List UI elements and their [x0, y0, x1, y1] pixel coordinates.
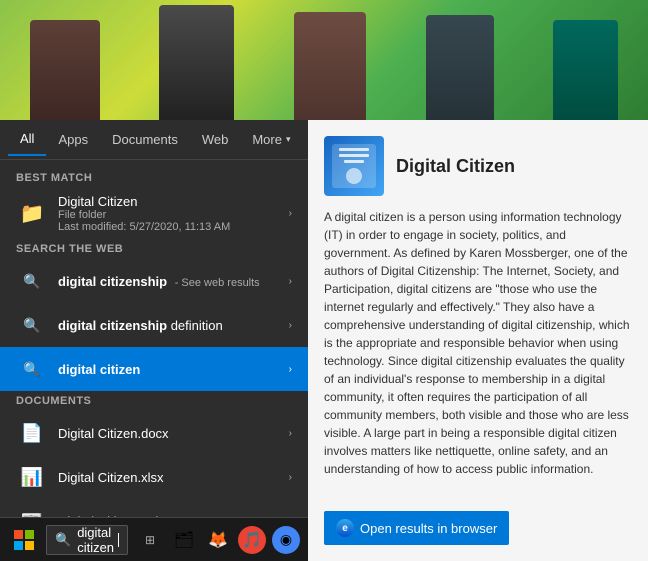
taskbar-right: ⊞ 🗂 🦊 🎵 ◉ — [136, 526, 300, 554]
web-result-3[interactable]: 🔍 digital citizen › — [0, 347, 308, 391]
panel-header: Digital Citizen — [324, 136, 632, 196]
win-square-1 — [14, 530, 23, 539]
arrow-icon-doc2: › — [289, 472, 292, 483]
icon-line-3 — [344, 160, 364, 163]
chevron-down-icon: ▾ — [286, 134, 291, 145]
icon-line-1 — [339, 148, 369, 151]
web-result-2-text: digital citizenship definition — [58, 318, 285, 333]
arrow-icon-web3: › — [289, 364, 292, 375]
doc-result-3-title: Digital Citizen.pub — [58, 514, 285, 518]
web-result-1-text: digital citizenship - See web results — [58, 274, 285, 289]
search-web-label: Search the web — [0, 239, 308, 259]
taskbar-icon-music[interactable]: 🎵 — [238, 526, 266, 554]
windows-start-button[interactable] — [8, 524, 40, 556]
search-bar: 🔍 digital citizen ⊞ 🗂 🦊 🎵 ◉ — [0, 517, 308, 561]
tab-web[interactable]: Web — [190, 124, 241, 155]
taskbar-icon-chrome[interactable]: ◉ — [272, 526, 300, 554]
windows-logo — [14, 530, 34, 550]
hero-figures — [0, 0, 648, 120]
web-result-2[interactable]: 🔍 digital citizenship definition › — [0, 303, 308, 347]
tab-more[interactable]: More ▾ — [240, 124, 302, 155]
panel-app-icon — [324, 136, 384, 196]
arrow-icon-web1: › — [289, 276, 292, 287]
web-result-2-title: digital citizenship definition — [58, 318, 285, 333]
taskbar-icon-firefox[interactable]: 🦊 — [204, 526, 232, 554]
tab-all[interactable]: All — [8, 123, 46, 156]
search-icon-2: 🔍 — [16, 309, 48, 341]
result-detail-panel: Digital Citizen A digital citizen is a p… — [308, 120, 648, 561]
hero-figure-1 — [30, 20, 100, 120]
arrow-icon-doc3: › — [289, 516, 292, 518]
see-web-label-1: - See web results — [175, 277, 260, 289]
open-results-browser-button[interactable]: e Open results in browser — [324, 511, 509, 545]
arrow-icon-best: › — [289, 208, 292, 219]
tab-apps[interactable]: Apps — [46, 124, 100, 155]
panel-description: A digital citizen is a person using info… — [324, 208, 632, 501]
web-result-1[interactable]: 🔍 digital citizenship - See web results … — [0, 259, 308, 303]
doc-result-1-title: Digital Citizen.docx — [58, 426, 285, 441]
doc-result-3-text: Digital Citizen.pub — [58, 514, 285, 518]
best-match-label: Best match — [0, 168, 308, 188]
doc-result-1[interactable]: 📄 Digital Citizen.docx › — [0, 411, 308, 455]
win-square-4 — [25, 541, 34, 550]
pub-icon: 📰 — [16, 505, 48, 517]
edge-browser-icon: e — [336, 519, 354, 537]
hero-banner — [0, 0, 648, 120]
win-square-2 — [25, 530, 34, 539]
text-cursor — [118, 533, 119, 547]
best-match-title: Digital Citizen — [58, 194, 285, 209]
search-icon-1: 🔍 — [16, 265, 48, 297]
search-input-value[interactable]: digital citizen — [77, 525, 117, 555]
doc-result-2-title: Digital Citizen.xlsx — [58, 470, 285, 485]
best-match-text: Digital Citizen File folder Last modifie… — [58, 194, 285, 233]
panel-title: Digital Citizen — [396, 156, 515, 177]
hero-figure-2 — [159, 5, 234, 120]
web-result-1-title: digital citizenship - See web results — [58, 274, 285, 289]
panel-icon-inner — [332, 144, 376, 188]
web-result-3-title: digital citizen — [58, 362, 285, 377]
search-icon-3: 🔍 — [16, 353, 48, 385]
icon-figure — [346, 168, 362, 184]
search-results: Best match 📁 Digital Citizen File folder… — [0, 160, 308, 517]
icon-line-2 — [339, 154, 369, 157]
search-input-container[interactable]: 🔍 digital citizen — [46, 525, 128, 555]
arrow-icon-web2: › — [289, 320, 292, 331]
taskbar-icon-files[interactable]: 🗂 — [170, 526, 198, 554]
hero-figure-3 — [294, 12, 366, 120]
best-match-modified: Last modified: 5/27/2020, 11:13 AM — [58, 221, 285, 233]
open-browser-label: Open results in browser — [360, 521, 497, 536]
search-panel: All Apps Documents Web More ▾ 👤 ··· Best… — [0, 120, 308, 561]
arrow-icon-doc1: › — [289, 428, 292, 439]
win-square-3 — [14, 541, 23, 550]
best-match-item[interactable]: 📁 Digital Citizen File folder Last modif… — [0, 188, 308, 239]
docx-icon: 📄 — [16, 417, 48, 449]
xlsx-icon: 📊 — [16, 461, 48, 493]
search-tabs: All Apps Documents Web More ▾ 👤 ··· — [0, 120, 308, 160]
tab-documents[interactable]: Documents — [100, 124, 190, 155]
hero-figure-4 — [426, 15, 494, 120]
best-match-type: File folder — [58, 209, 285, 221]
folder-icon: 📁 — [16, 198, 48, 230]
web-result-3-text: digital citizen — [58, 362, 285, 377]
doc-result-1-text: Digital Citizen.docx — [58, 426, 285, 441]
search-icon-input: 🔍 — [55, 532, 71, 548]
taskbar-icon-taskview[interactable]: ⊞ — [136, 526, 164, 554]
documents-label: Documents — [0, 391, 308, 411]
doc-result-2-text: Digital Citizen.xlsx — [58, 470, 285, 485]
doc-result-3[interactable]: 📰 Digital Citizen.pub › — [0, 499, 308, 517]
hero-figure-5 — [553, 20, 618, 120]
doc-result-2[interactable]: 📊 Digital Citizen.xlsx › — [0, 455, 308, 499]
